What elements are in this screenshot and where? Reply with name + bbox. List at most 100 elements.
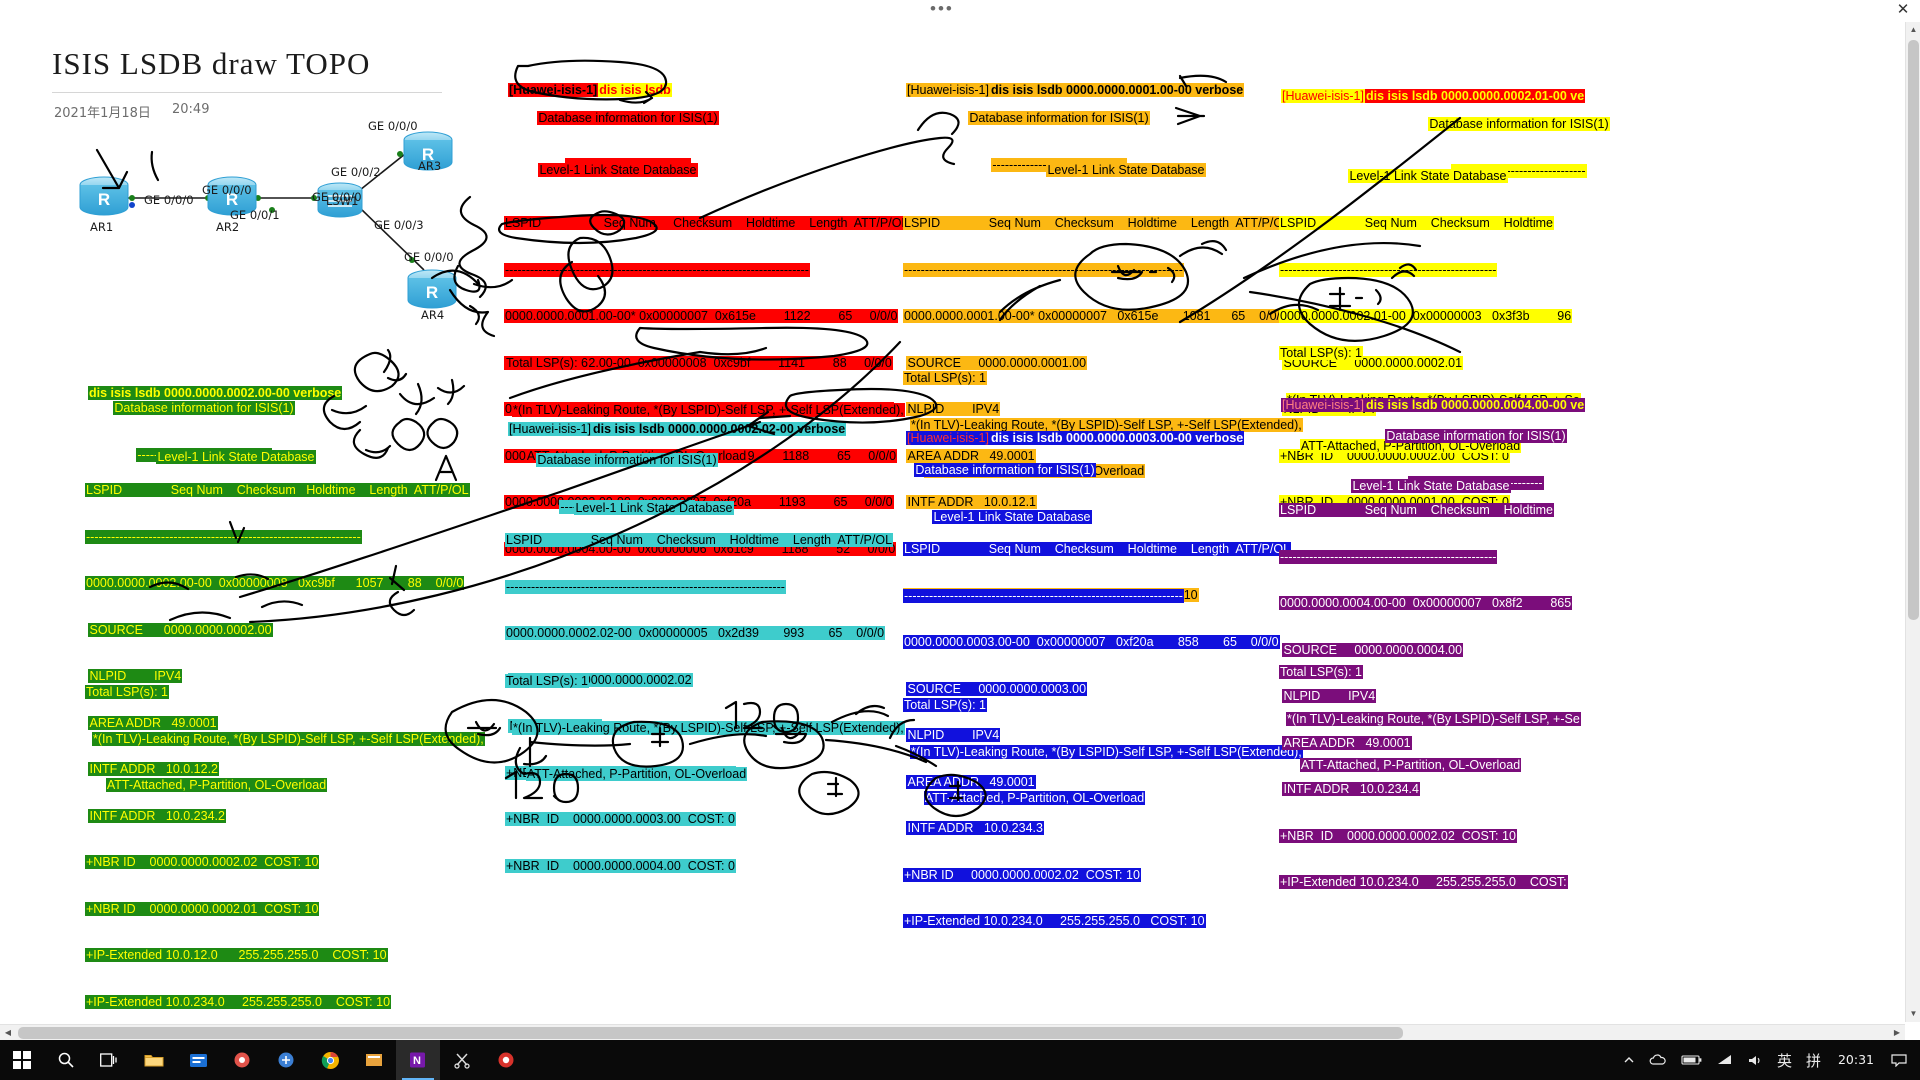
blue-total: Total LSP(s): 1 <box>903 698 987 712</box>
folder-icon <box>144 1055 164 1067</box>
ime-mode-indicator[interactable]: 拼 <box>1799 1050 1828 1071</box>
topo-iface-4: GE 0/0/2 <box>331 165 381 179</box>
scroll-down-arrow[interactable]: ▼ <box>1906 1006 1920 1022</box>
blue-db-info: Database information for ISIS(1) <box>914 463 1096 477</box>
system-tray[interactable]: 英 拼 20:31 <box>1616 1040 1920 1080</box>
yellow-rule: ----------------------------------------… <box>1279 262 1498 277</box>
green-total: Total LSP(s): 1 <box>85 685 169 699</box>
record-button[interactable] <box>484 1040 528 1080</box>
topo-iface-6b: GE 0/0/0 <box>312 190 362 204</box>
green-legend-1: *(In TLV)-Leaking Route, *(By LSPID)-Sel… <box>91 731 485 746</box>
tray-battery-icon[interactable] <box>1674 1054 1710 1066</box>
topo-iface-2: GE 0/0/0 <box>202 183 252 197</box>
tray-network-icon[interactable] <box>1710 1054 1740 1066</box>
cyan-legend-1: *(In TLV)-Leaking Route, *(By LSPID)-Sel… <box>511 720 905 735</box>
scroll-left-arrow[interactable]: ◀ <box>0 1025 16 1041</box>
action-center-icon[interactable] <box>1884 1053 1914 1067</box>
purple-total: Total LSP(s): 1 <box>1279 665 1363 679</box>
svg-text:R: R <box>98 190 110 209</box>
page-date: 2021年1月18日 <box>54 106 151 121</box>
topo-label-ar3: AR3 <box>418 159 442 173</box>
purple-detail: +IP-Extended 10.0.234.0 255.255.255.0 CO… <box>1279 875 1568 889</box>
blue-legend-1: *(In TLV)-Leaking Route, *(By LSPID)-Sel… <box>909 744 1303 759</box>
purple-legend-2: ATT-Attached, P-Partition, OL-Overload <box>1299 758 1522 772</box>
topo-label-ar1: AR1 <box>90 220 114 234</box>
blue-rule: ----------------------------------------… <box>903 588 1184 603</box>
app-6-icon <box>234 1052 250 1068</box>
purple-columns: LSPID Seq Num Checksum Holdtime <box>1279 503 1555 517</box>
cyan-db-info: Database information for ISIS(1) <box>536 453 718 467</box>
red-db-info: Database information for ISIS(1) <box>537 111 719 125</box>
vertical-scroll-thumb[interactable] <box>1908 40 1919 620</box>
task-view-button[interactable] <box>88 1040 132 1080</box>
orange-db-info: Database information for ISIS(1) <box>968 111 1150 125</box>
scissors-icon <box>454 1053 470 1069</box>
overflow-menu-button[interactable]: ••• <box>930 0 954 17</box>
windows-taskbar[interactable]: N 英 拼 20:31 <box>0 1040 1920 1080</box>
blue-columns: LSPID Seq Num Checksum Holdtime Length A… <box>903 542 1292 556</box>
app-icon-7-button[interactable] <box>264 1040 308 1080</box>
green-detail: +IP-Extended 10.0.12.0 255.255.255.0 COS… <box>85 948 388 962</box>
topo-iface-7: GE 0/0/0 <box>404 250 454 264</box>
scroll-up-arrow[interactable]: ▲ <box>1906 22 1920 38</box>
app-icon-5-button[interactable] <box>176 1040 220 1080</box>
ime-indicator[interactable]: 英 <box>1770 1050 1799 1071</box>
tray-chevron-icon[interactable] <box>1616 1054 1642 1066</box>
app-9-icon <box>366 1054 382 1066</box>
cyan-rule: ----------------------------------------… <box>505 579 786 594</box>
table-row: 0000.0000.0002.00-00 0x00000008 0xc9bf 1… <box>85 576 465 590</box>
green-detail: SOURCE 0000.0000.0002.00 <box>88 622 273 637</box>
onenote-button[interactable]: N <box>396 1040 440 1080</box>
chrome-button[interactable] <box>308 1040 352 1080</box>
tray-volume-icon[interactable] <box>1740 1054 1770 1067</box>
purple-legend-1: *(In TLV)-Leaking Route, *(By LSPID)-Sel… <box>1285 711 1581 726</box>
start-button[interactable] <box>0 1040 44 1080</box>
horizontal-scrollbar[interactable]: ◀ ▶ <box>0 1024 1905 1040</box>
cyan-columns: LSPID Seq Num Checksum Holdtime Length A… <box>505 533 894 547</box>
cyan-detail: +NBR ID 0000.0000.0003.00 COST: 0 <box>505 812 736 826</box>
vertical-scrollbar[interactable]: ▲ ▼ <box>1905 22 1920 1022</box>
search-button[interactable] <box>44 1040 88 1080</box>
close-icon[interactable]: ✕ <box>1892 1 1914 19</box>
blue-legend-2: ATT-Attached, P-Partition, OL-Overload <box>923 791 1146 805</box>
tray-onedrive-icon[interactable] <box>1642 1054 1674 1066</box>
block-green-total: Total LSP(s): 1 *(In TLV)-Leaking Route,… <box>85 654 485 825</box>
topo-iface-6: GE 0/0/3 <box>374 218 424 232</box>
block-cyan-total: Total LSP(s): 1 *(In TLV)-Leaking Route,… <box>505 643 905 814</box>
table-row: 0000.0000.0001.00-00* 0x00000007 0x615e … <box>504 309 899 323</box>
horizontal-scroll-thumb[interactable] <box>18 1027 1403 1039</box>
page-title[interactable]: ISIS LSDB draw TOPO <box>52 46 370 82</box>
topo-iface-3: GE 0/0/1 <box>230 208 280 222</box>
svg-text:N: N <box>413 1055 421 1067</box>
purple-rule: ----------------------------------------… <box>1279 549 1498 564</box>
purple-db-info: Database information for ISIS(1) <box>1385 429 1567 443</box>
topo-label-ar2: AR2 <box>216 220 240 234</box>
scroll-right-arrow[interactable]: ▶ <box>1889 1025 1905 1041</box>
green-detail: +IP-Extended 10.0.234.0 255.255.255.0 CO… <box>85 994 392 1009</box>
table-row: 0000.0000.0002.02-00 0x00000005 0x2d39 9… <box>505 626 886 640</box>
page-time: 20:49 <box>172 102 210 117</box>
blue-detail: +IP-Extended 10.0.234.0 255.255.255.0 CO… <box>903 914 1206 928</box>
windows-logo-icon <box>13 1051 31 1069</box>
app-icon-9-button[interactable] <box>352 1040 396 1080</box>
onenote-icon: N <box>410 1052 425 1068</box>
yellow-columns: LSPID Seq Num Checksum Holdtime <box>1279 216 1555 230</box>
cyan-legend-2: ATT-Attached, P-Partition, OL-Overload <box>525 767 748 781</box>
yellow-total: Total LSP(s): 1 <box>1279 346 1363 360</box>
svg-text:R: R <box>426 283 438 302</box>
task-view-icon <box>100 1053 117 1067</box>
cyan-total: Total LSP(s): 1 <box>505 674 589 688</box>
block-purple-total: Total LSP(s): 1 *(In TLV)-Leaking Route,… <box>1279 634 1581 805</box>
yellow-db-info: Database information for ISIS(1) <box>1428 117 1610 131</box>
app-icon-11-button[interactable] <box>440 1040 484 1080</box>
clock[interactable]: 20:31 <box>1828 1053 1884 1067</box>
app-7-icon <box>278 1052 294 1068</box>
red-columns: LSPID Seq Num Checksum Holdtime Length A… <box>504 216 910 230</box>
table-row: 0000.0000.0001.00-00* 0x00000007 0x615e … <box>903 309 1288 323</box>
table-row: 0000.0000.0003.00-00 0x00000007 0xf20a 8… <box>903 635 1280 649</box>
app-icon-6-button[interactable] <box>220 1040 264 1080</box>
green-columns: LSPID Seq Num Checksum Holdtime Length A… <box>85 483 470 497</box>
note-canvas[interactable]: ISIS LSDB draw TOPO 2021年1月18日 20:49 R R… <box>0 22 1920 1022</box>
chrome-icon <box>321 1051 339 1069</box>
file-explorer-button[interactable] <box>132 1040 176 1080</box>
